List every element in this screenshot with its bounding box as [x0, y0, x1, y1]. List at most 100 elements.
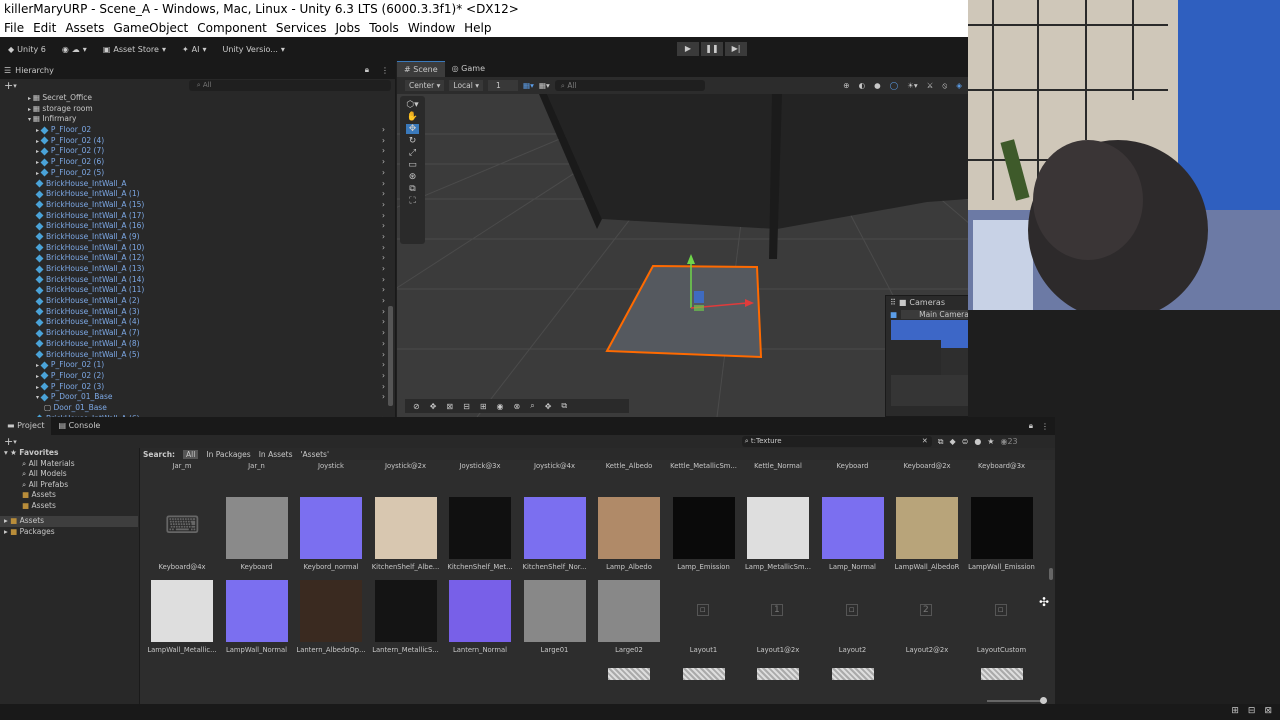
asset-item[interactable]: KitchenShelf_Nor...: [518, 497, 592, 571]
prefab-open-arrow-icon[interactable]: ›: [382, 168, 385, 179]
prefab-open-arrow-icon[interactable]: ›: [382, 211, 385, 222]
asset-thumbnail-partial[interactable]: [682, 668, 725, 680]
overlay-8-icon[interactable]: ⌕: [530, 401, 534, 411]
probuilder-tool-icon[interactable]: ⛶: [409, 196, 415, 206]
filter-all[interactable]: All: [183, 449, 199, 459]
expand-arrow-icon[interactable]: ▸: [36, 170, 41, 177]
fav-all-materials[interactable]: ⌕ All Materials: [0, 459, 138, 470]
prefab-open-arrow-icon[interactable]: ›: [382, 221, 385, 232]
expand-arrow-icon[interactable]: ▸: [36, 138, 41, 145]
account-button[interactable]: ◉ ☁ ▾: [58, 43, 91, 56]
prefab-open-arrow-icon[interactable]: ›: [382, 296, 385, 307]
prefab-open-arrow-icon[interactable]: ›: [382, 253, 385, 264]
menu-gameobject[interactable]: GameObject: [113, 19, 188, 37]
overlay-3-icon[interactable]: ⊠: [446, 402, 453, 411]
asset-item[interactable]: Lantern_AlbedoOp...: [294, 580, 368, 654]
hand-tool-icon[interactable]: ✋: [407, 112, 418, 122]
asset-thumbnail-partial[interactable]: [757, 668, 799, 680]
pause-button[interactable]: ❚❚: [701, 42, 723, 56]
fx-icon[interactable]: ☀▾: [907, 81, 918, 91]
hierarchy-item[interactable]: BrickHouse_IntWall_A (3) ›: [0, 307, 395, 318]
lock-project-icon[interactable]: 🔒︎: [1029, 421, 1033, 431]
asset-item[interactable]: LampWall_AlbedoR: [890, 497, 964, 571]
asset-item[interactable]: Kettle_Albedo: [592, 460, 666, 470]
progress-status-icon[interactable]: ⊟: [1248, 706, 1256, 716]
asset-item[interactable]: Large02: [592, 580, 666, 654]
hierarchy-item[interactable]: ▸ P_Floor_02 (3) ›: [0, 382, 395, 393]
version-control-button[interactable]: Unity Versio... ▾: [219, 43, 289, 56]
fav-all-models[interactable]: ⌕ All Models: [0, 469, 138, 480]
project-search-input[interactable]: ⌕ t:Texture ✕: [741, 436, 932, 447]
assets-root[interactable]: ▸ ■ Assets: [0, 516, 138, 527]
overlay-10-icon[interactable]: ⧉: [561, 401, 567, 411]
hierarchy-item[interactable]: ▢ Door_01_Base: [0, 403, 395, 414]
overlay-2-icon[interactable]: ✥: [430, 402, 437, 411]
asset-item[interactable]: Lantern_MetallicS...: [369, 580, 443, 654]
tab-console[interactable]: ▤ Console: [51, 417, 107, 435]
filter-in-assets[interactable]: In Assets: [259, 450, 293, 459]
hierarchy-item[interactable]: BrickHouse_IntWall_A (2) ›: [0, 296, 395, 307]
gizmo-z-handle[interactable]: [694, 291, 704, 303]
menu-assets[interactable]: Assets: [65, 19, 104, 37]
asset-item[interactable]: Joystick@2x: [369, 460, 443, 470]
rotate-tool-icon[interactable]: ↻: [409, 136, 417, 146]
hierarchy-search-input[interactable]: ⌕ All: [188, 80, 391, 91]
drag-handle-icon[interactable]: ⠿: [890, 298, 896, 307]
shading-icon[interactable]: ◐: [859, 81, 866, 91]
rect-tool-icon[interactable]: ▭: [408, 160, 417, 170]
more-icon[interactable]: ⋮: [381, 66, 389, 75]
asset-item[interactable]: Joystick@4x: [518, 460, 592, 470]
prefab-open-arrow-icon[interactable]: ›: [382, 200, 385, 211]
search-type-icon[interactable]: ⧉: [938, 437, 944, 447]
asset-store-button[interactable]: ▣ Asset Store ▾: [99, 43, 170, 56]
hierarchy-item[interactable]: BrickHouse_IntWall_A (13) ›: [0, 264, 395, 275]
star-icon[interactable]: ★: [987, 437, 994, 446]
hierarchy-item[interactable]: BrickHouse_IntWall_A (1) ›: [0, 189, 395, 200]
overlay-7-icon[interactable]: ⊗: [514, 402, 521, 411]
tab-hierarchy[interactable]: Hierarchy: [15, 66, 54, 75]
packages-root[interactable]: ▸ ■ Packages: [0, 527, 138, 538]
asset-item[interactable]: Keybord_normal: [294, 497, 368, 571]
hierarchy-item[interactable]: ▸ P_Floor_02 (6) ›: [0, 157, 395, 168]
prefab-open-arrow-icon[interactable]: ›: [382, 307, 385, 318]
prefab-open-arrow-icon[interactable]: ›: [382, 339, 385, 350]
prefab-open-arrow-icon[interactable]: ›: [382, 179, 385, 190]
asset-item[interactable]: Joystick: [294, 460, 368, 470]
hierarchy-item[interactable]: ▸ P_Floor_02 ›: [0, 125, 395, 136]
grid-toggle[interactable]: ▦▾: [523, 81, 534, 90]
prefab-open-arrow-icon[interactable]: ›: [382, 243, 385, 254]
fav-all-prefabs[interactable]: ⌕ All Prefabs: [0, 480, 138, 491]
asset-item[interactable]: LampWall_Normal: [220, 580, 294, 654]
hierarchy-item[interactable]: BrickHouse_IntWall_A (12) ›: [0, 253, 395, 264]
asset-item[interactable]: Lantern_Normal: [443, 580, 517, 654]
menu-help[interactable]: Help: [464, 19, 491, 37]
layers-icon[interactable]: ◈: [956, 81, 962, 91]
add-dropdown-icon[interactable]: ▾: [13, 82, 17, 90]
prefab-open-arrow-icon[interactable]: ›: [382, 371, 385, 382]
asset-item[interactable]: LampWall_Metallic...: [145, 580, 219, 654]
hierarchy-item[interactable]: BrickHouse_IntWall_A (5) ›: [0, 350, 395, 361]
scene-viewport[interactable]: [397, 94, 968, 417]
overlay-4-icon[interactable]: ⊟: [463, 402, 470, 411]
hierarchy-item[interactable]: BrickHouse_IntWall_A (11) ›: [0, 285, 395, 296]
hierarchy-item[interactable]: ▸ ▦ storage room: [0, 104, 395, 115]
play-button[interactable]: ▶: [677, 42, 699, 56]
menu-component[interactable]: Component: [197, 19, 267, 37]
ai-button[interactable]: ✦ AI ▾: [178, 43, 211, 56]
asset-item[interactable]: Large01: [518, 580, 592, 654]
scene-search-input[interactable]: ⌕ All: [554, 80, 705, 91]
asset-item[interactable]: Kettle_Normal: [741, 460, 815, 470]
asset-thumbnail-partial[interactable]: [980, 668, 1023, 680]
asset-item[interactable]: Jar_m: [145, 460, 219, 470]
hierarchy-item[interactable]: BrickHouse_IntWall_A (4) ›: [0, 317, 395, 328]
prefab-open-arrow-icon[interactable]: ›: [382, 382, 385, 393]
hierarchy-item[interactable]: ▸ P_Floor_02 (5) ›: [0, 168, 395, 179]
menu-window[interactable]: Window: [408, 19, 455, 37]
menu-jobs[interactable]: Jobs: [336, 19, 361, 37]
prefab-open-arrow-icon[interactable]: ›: [382, 317, 385, 328]
prefab-open-arrow-icon[interactable]: ›: [382, 360, 385, 371]
network-status-icon[interactable]: ⊞: [1231, 706, 1239, 716]
audio-icon[interactable]: ⦸: [942, 81, 947, 91]
asset-item[interactable]: Lamp_MetallicSm...: [741, 497, 815, 571]
search-filter-icon[interactable]: ⊜: [962, 437, 969, 446]
